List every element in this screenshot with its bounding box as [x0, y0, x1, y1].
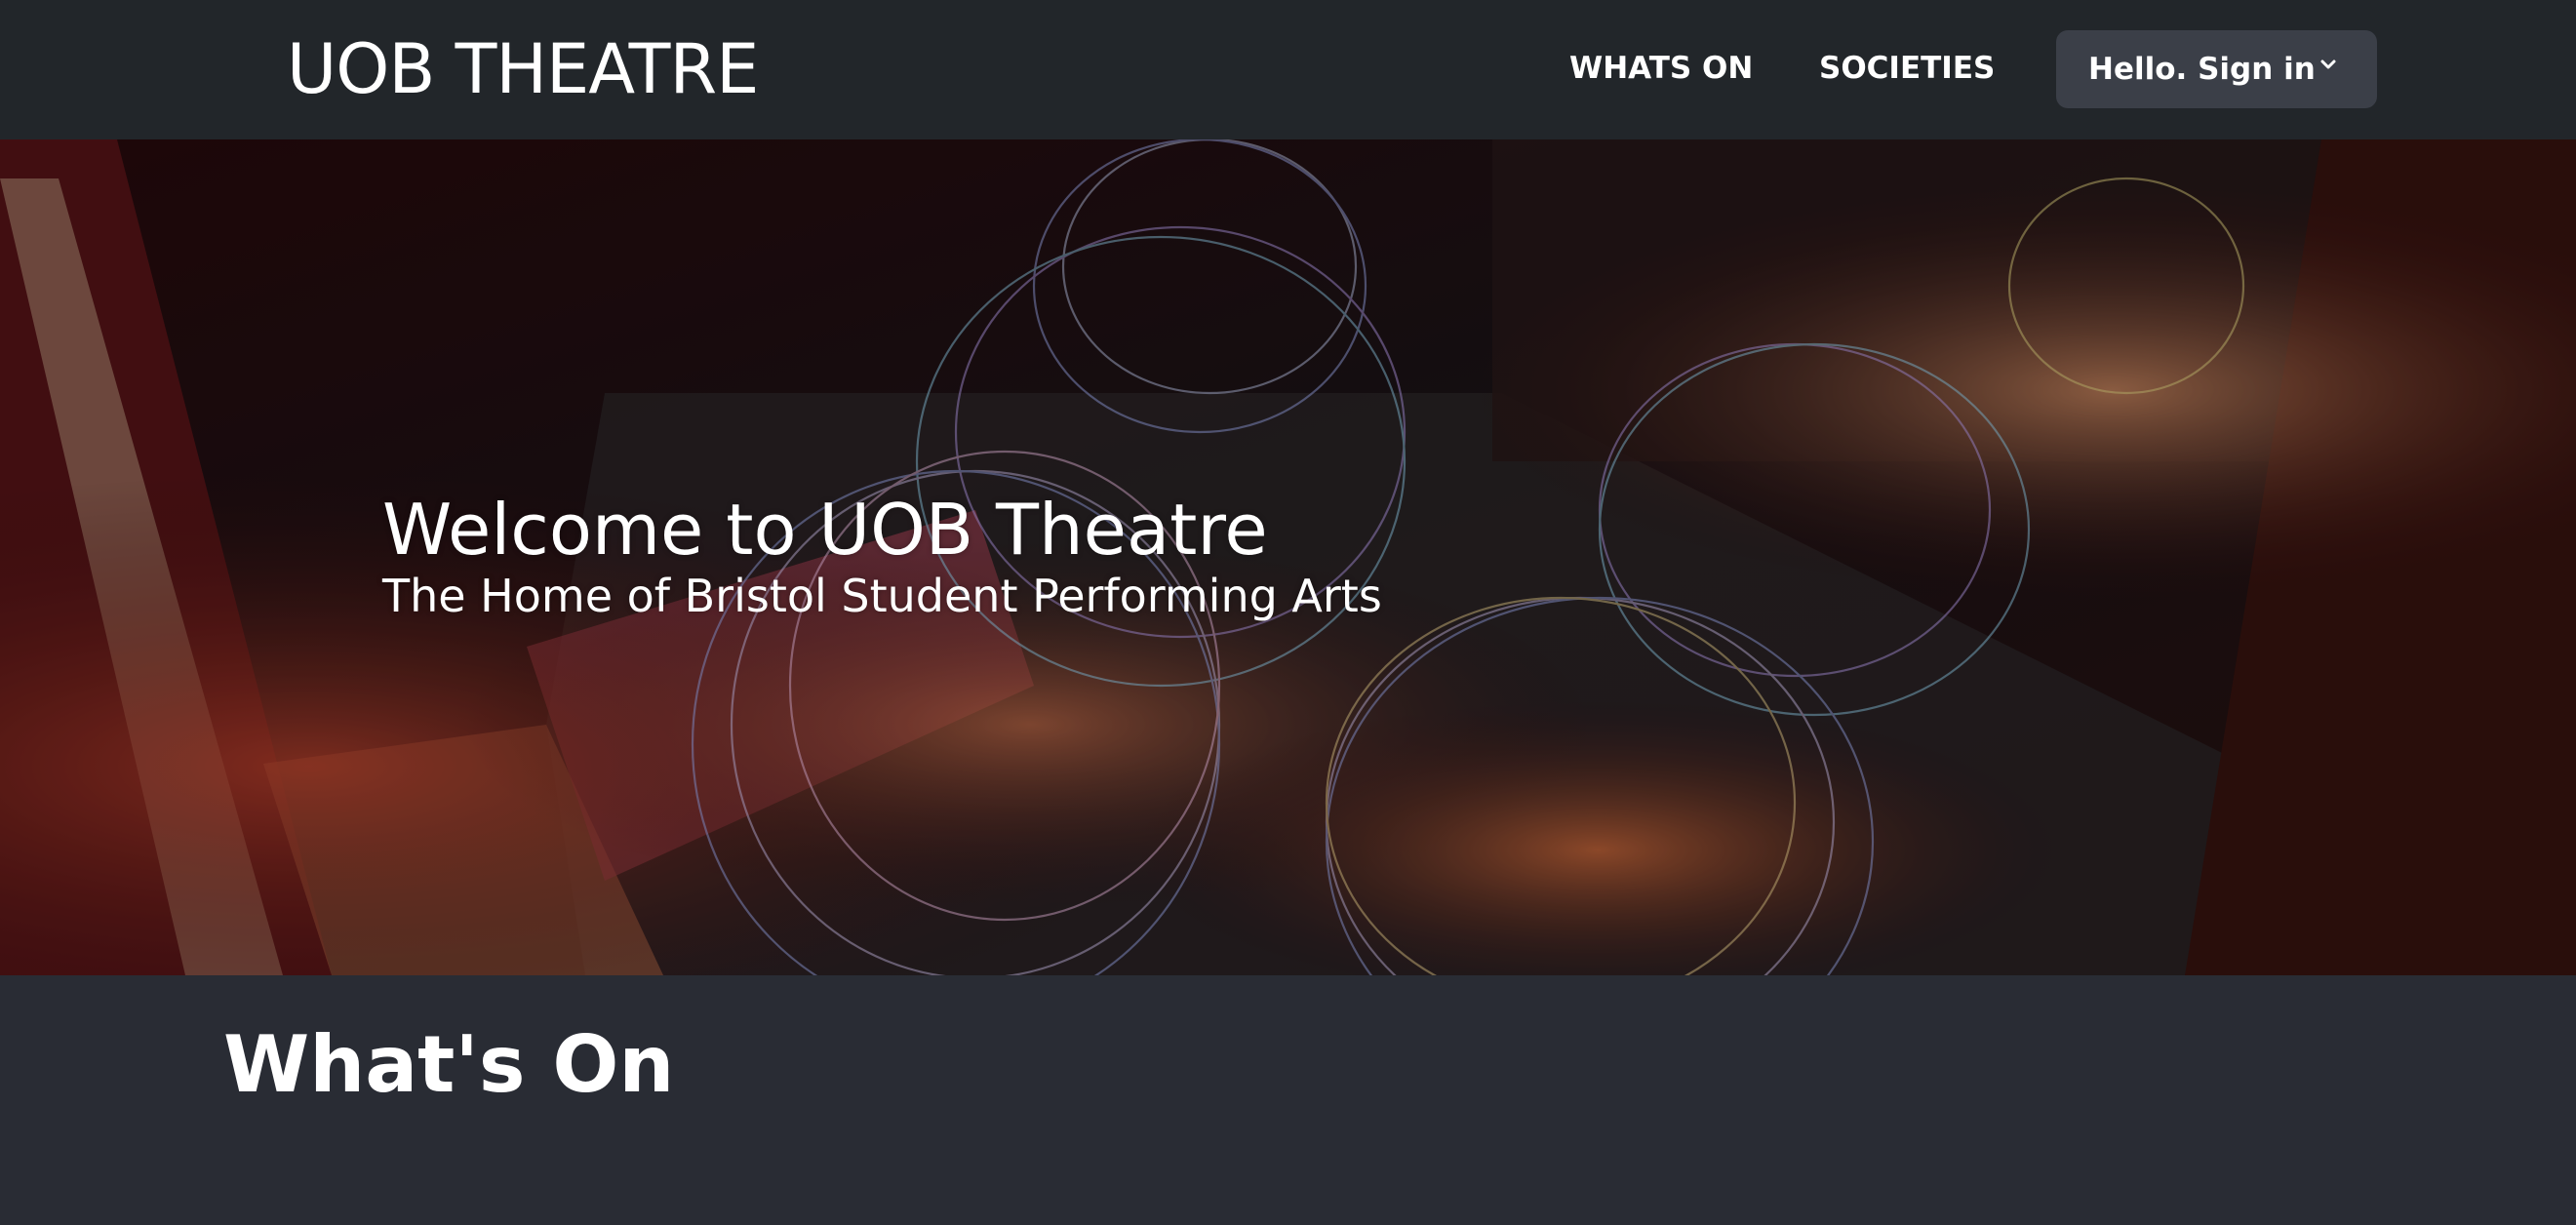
- hero-banner: Welcome to UOB Theatre The Home of Brist…: [0, 139, 2576, 975]
- chevron-down-icon: [2320, 59, 2336, 69]
- sign-in-dropdown-button[interactable]: Hello. Sign in: [2056, 30, 2377, 108]
- nav-link-societies[interactable]: SOCIETIES: [1819, 49, 1995, 88]
- whats-on-section: What's On: [0, 975, 2576, 1225]
- whats-on-heading: What's On: [223, 1019, 675, 1110]
- sign-in-label: Hello. Sign in: [2088, 52, 2316, 87]
- hero-title: Welcome to UOB Theatre: [382, 489, 1268, 571]
- nav-link-whats-on[interactable]: WHATS ON: [1569, 49, 1753, 88]
- navbar: UOB THEATRE WHATS ON SOCIETIES Hello. Si…: [0, 0, 2576, 139]
- hero-subtitle: The Home of Bristol Student Performing A…: [382, 570, 1382, 622]
- brand-logo[interactable]: UOB THEATRE: [287, 25, 759, 113]
